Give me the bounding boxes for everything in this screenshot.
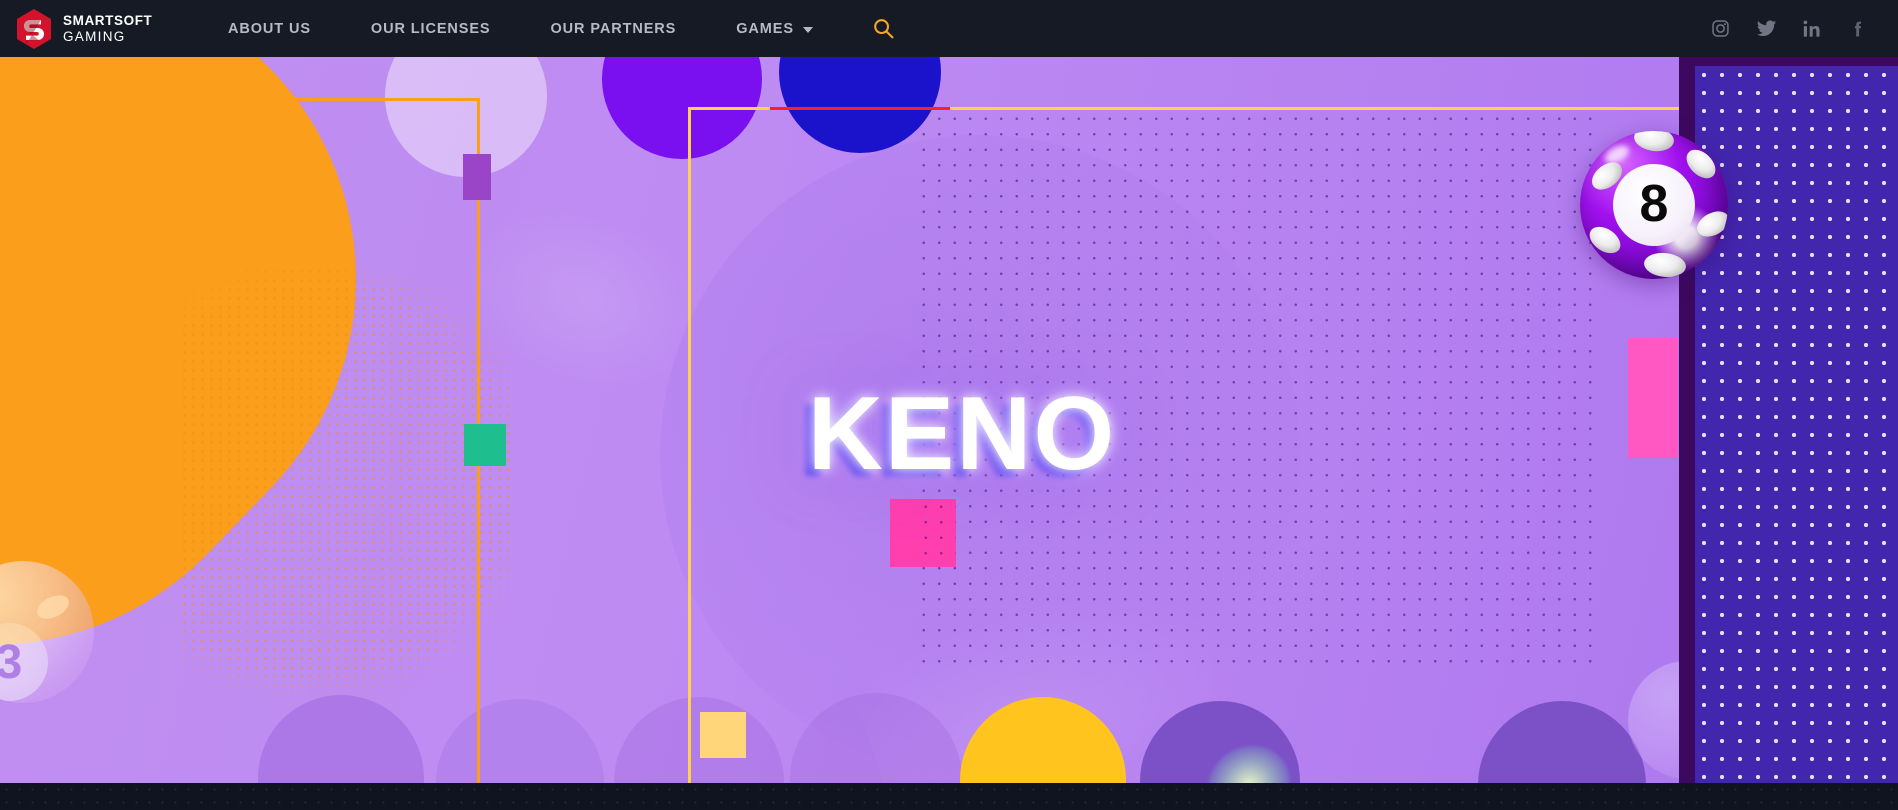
linkedin-link[interactable]: [1800, 17, 1824, 41]
hero-title-text: KENO: [807, 375, 1117, 492]
nav-label: ABOUT US: [228, 20, 311, 37]
hero-artwork: 8 3 KENO KENO: [0, 57, 1898, 783]
nav-item-our-partners[interactable]: OUR PARTNERS: [521, 21, 707, 37]
decor-red-line-segment: [770, 107, 950, 110]
decor-pink-square-dots: [918, 499, 956, 567]
decor-light-yellow-square: [700, 712, 746, 758]
decor-green-square: [464, 424, 506, 466]
ball-face: 3: [0, 623, 48, 701]
facebook-icon: [1855, 21, 1861, 36]
footer-strip: [0, 783, 1898, 810]
instagram-link[interactable]: [1708, 17, 1732, 41]
nav-label: OUR PARTNERS: [550, 20, 677, 37]
decor-right-dot-panel-inner: [1695, 66, 1898, 783]
smartsoft-hexagon-s-logo-icon: [17, 8, 51, 49]
chevron-down-icon: [802, 26, 813, 33]
ball-dimple: [1632, 131, 1676, 154]
linkedin-icon: [1803, 20, 1820, 37]
hero-banner: 8 3 KENO KENO: [0, 57, 1898, 783]
site-logo[interactable]: SMARTSOFT GAMING: [16, 8, 166, 49]
page-root: SMARTSOFT GAMING ABOUT US OUR LICENSES O…: [0, 0, 1898, 810]
main-navigation: ABOUT US OUR LICENSES OUR PARTNERS GAMES: [198, 18, 894, 39]
nav-label: OUR LICENSES: [370, 20, 491, 37]
logo-wordmark: SMARTSOFT GAMING: [63, 14, 152, 43]
instagram-icon: [1711, 20, 1729, 37]
ball-number: 8: [1639, 174, 1669, 233]
nav-label: GAMES: [736, 20, 794, 37]
search-button[interactable]: [873, 18, 894, 39]
logo-line-2: GAMING: [63, 28, 126, 44]
nav-item-games[interactable]: GAMES: [706, 21, 843, 37]
nav-item-our-licenses[interactable]: OUR LICENSES: [341, 21, 521, 37]
decor-pink-bar: [1628, 338, 1678, 458]
decor-violet-square: [463, 154, 491, 200]
search-icon: [874, 19, 894, 39]
logo-line-1: SMARTSOFT: [63, 13, 153, 28]
social-links: [1708, 17, 1898, 41]
twitter-link[interactable]: [1754, 17, 1778, 41]
lottery-ball-8: 8: [1580, 131, 1728, 279]
twitter-icon: [1756, 20, 1776, 37]
ball-dimple: [33, 590, 73, 624]
hero-title: KENO KENO: [742, 375, 1182, 499]
ball-face: 8: [1613, 164, 1695, 246]
ball-number: 3: [0, 635, 23, 689]
facebook-link[interactable]: [1846, 17, 1870, 41]
site-header: SMARTSOFT GAMING ABOUT US OUR LICENSES O…: [0, 0, 1898, 57]
nav-item-about-us[interactable]: ABOUT US: [198, 21, 341, 37]
